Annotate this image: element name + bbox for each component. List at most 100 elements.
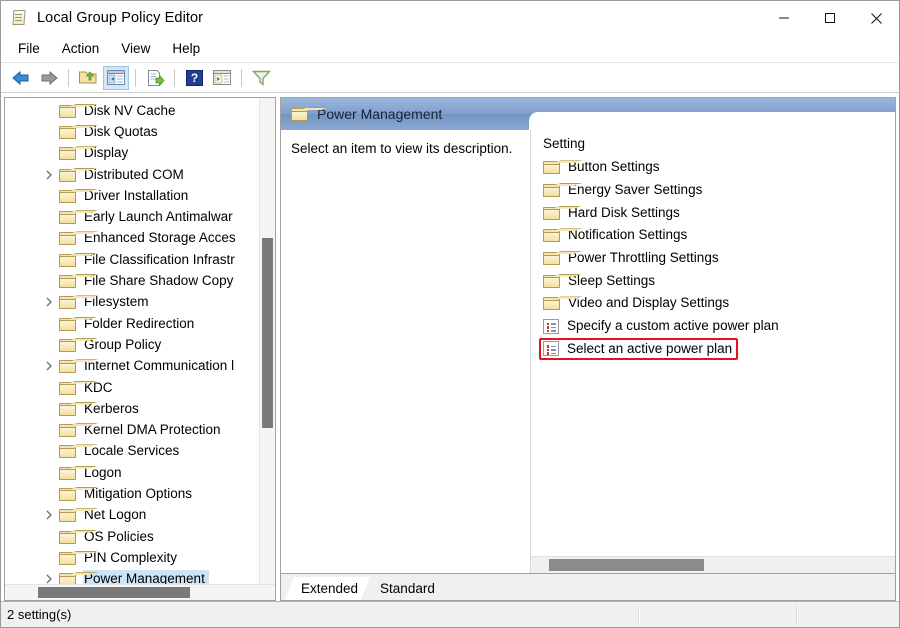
tree-item-enhanced-storage-acces[interactable]: Enhanced Storage Acces xyxy=(5,228,259,249)
folder-icon xyxy=(543,251,560,265)
tree-item-file-share-shadow-copy[interactable]: File Share Shadow Copy xyxy=(5,270,259,291)
setting-row[interactable]: Video and Display Settings xyxy=(539,292,895,315)
setting-row[interactable]: Select an active power plan xyxy=(539,338,895,361)
svg-text:?: ? xyxy=(190,71,197,85)
tree-horizontal-scrollbar[interactable] xyxy=(5,584,275,600)
menu-item-help[interactable]: Help xyxy=(161,38,211,60)
chevron-right-icon[interactable] xyxy=(43,292,55,313)
tree-item-label: Enhanced Storage Acces xyxy=(83,229,240,247)
back-icon[interactable] xyxy=(8,66,34,90)
tree-item-file-classification-infrastr[interactable]: File Classification Infrastr xyxy=(5,249,259,270)
setting-label: Button Settings xyxy=(568,158,660,176)
tree-vertical-scrollbar[interactable] xyxy=(259,98,275,584)
tab-standard-label: Standard xyxy=(380,581,435,596)
menu-item-file[interactable]: File xyxy=(7,38,51,60)
details-header-title: Power Management xyxy=(317,105,442,123)
setting-row[interactable]: Energy Saver Settings xyxy=(539,179,895,202)
setting-label: Hard Disk Settings xyxy=(568,204,680,222)
tree-item-kernel-dma-protection[interactable]: Kernel DMA Protection xyxy=(5,419,259,440)
main-body: Disk NV CacheDisk QuotasDisplayDistribut… xyxy=(1,93,899,601)
tree-item-driver-installation[interactable]: Driver Installation xyxy=(5,185,259,206)
help-icon[interactable]: ? xyxy=(181,66,207,90)
tree-item-disk-quotas[interactable]: Disk Quotas xyxy=(5,121,259,142)
status-bar: 2 setting(s) xyxy=(1,601,899,627)
settings-horizontal-scroll-thumb[interactable] xyxy=(549,559,704,571)
tree-item-early-launch-antimalwar[interactable]: Early Launch Antimalwar xyxy=(5,206,259,227)
tree-item-os-policies[interactable]: OS Policies xyxy=(5,526,259,547)
tab-standard[interactable]: Standard xyxy=(364,577,447,600)
tree-item-mitigation-options[interactable]: Mitigation Options xyxy=(5,483,259,504)
chevron-right-icon[interactable] xyxy=(43,356,55,377)
tab-extended[interactable]: Extended xyxy=(285,577,370,600)
details-header-notch xyxy=(529,112,895,130)
folder-icon xyxy=(59,253,76,267)
filter-icon[interactable] xyxy=(248,66,274,90)
policy-setting-icon xyxy=(543,319,559,334)
tree-item-label: PIN Complexity xyxy=(83,549,181,567)
folder-icon xyxy=(59,274,76,288)
tree-item-display[interactable]: Display xyxy=(5,143,259,164)
tree-item-kdc[interactable]: KDC xyxy=(5,377,259,398)
details-header: Power Management xyxy=(281,98,895,130)
setting-row[interactable]: Power Throttling Settings xyxy=(539,247,895,270)
tree-item-label: File Classification Infrastr xyxy=(83,251,239,269)
tree-item-label: Driver Installation xyxy=(83,187,192,205)
details-content: Select an item to view its description. … xyxy=(281,130,895,573)
export-list-icon[interactable] xyxy=(142,66,168,90)
tree-item-label: Folder Redirection xyxy=(83,315,198,333)
folder-icon xyxy=(59,210,76,224)
show-hide-console-tree-icon[interactable] xyxy=(103,66,129,90)
menu-item-view[interactable]: View xyxy=(110,38,161,60)
tree-item-folder-redirection[interactable]: Folder Redirection xyxy=(5,313,259,334)
tree-item-logon[interactable]: Logon xyxy=(5,462,259,483)
folder-icon xyxy=(59,295,76,309)
description-pane: Select an item to view its description. xyxy=(281,130,531,573)
settings-list-pane: Setting Button SettingsEnergy Saver Sett… xyxy=(531,130,895,573)
group-policy-editor-window: Local Group Policy Editor File Action Vi… xyxy=(0,0,900,628)
tree-item-label: Disk NV Cache xyxy=(83,102,180,120)
setting-row[interactable]: Notification Settings xyxy=(539,224,895,247)
setting-row[interactable]: Hard Disk Settings xyxy=(539,201,895,224)
show-hide-action-pane-icon[interactable] xyxy=(209,66,235,90)
tree-item-kerberos[interactable]: Kerberos xyxy=(5,398,259,419)
folder-icon xyxy=(59,551,76,565)
up-one-level-icon[interactable] xyxy=(75,66,101,90)
menu-item-action[interactable]: Action xyxy=(51,38,111,60)
close-button[interactable] xyxy=(853,1,899,35)
tree-item-internet-communication-l[interactable]: Internet Communication l xyxy=(5,356,259,377)
settings-list: Button Settings Energy Saver Settings Hard… xyxy=(531,156,895,556)
tree-item-distributed-com[interactable]: Distributed COM xyxy=(5,164,259,185)
setting-row[interactable]: Sleep Settings xyxy=(539,269,895,292)
policy-setting-icon xyxy=(543,341,559,356)
tree-item-label: Power Management xyxy=(83,570,209,584)
tree-item-label: Kernel DMA Protection xyxy=(83,421,225,439)
tree-vertical-scroll-thumb[interactable] xyxy=(262,238,273,428)
forward-icon[interactable] xyxy=(36,66,62,90)
setting-row[interactable]: Specify a custom active power plan xyxy=(539,315,895,338)
chevron-right-icon[interactable] xyxy=(43,505,55,526)
folder-icon xyxy=(59,402,76,416)
minimize-button[interactable] xyxy=(761,1,807,35)
setting-label: Energy Saver Settings xyxy=(568,181,702,199)
tree-horizontal-scroll-thumb[interactable] xyxy=(38,587,190,598)
setting-row[interactable]: Button Settings xyxy=(539,156,895,179)
tree-item-power-management[interactable]: Power Management xyxy=(5,569,259,584)
tab-extended-label: Extended xyxy=(301,581,358,596)
maximize-button[interactable] xyxy=(807,1,853,35)
tree-item-filesystem[interactable]: Filesystem xyxy=(5,292,259,313)
setting-label: Sleep Settings xyxy=(568,272,655,290)
setting-label: Video and Display Settings xyxy=(568,294,729,312)
folder-icon xyxy=(59,466,76,480)
toolbar-separator xyxy=(174,69,175,87)
chevron-right-icon[interactable] xyxy=(43,569,55,584)
tree-item-label: File Share Shadow Copy xyxy=(83,272,237,290)
tree-item-disk-nv-cache[interactable]: Disk NV Cache xyxy=(5,100,259,121)
tree-item-net-logon[interactable]: Net Logon xyxy=(5,505,259,526)
settings-horizontal-scrollbar[interactable] xyxy=(531,556,895,573)
tree-item-locale-services[interactable]: Locale Services xyxy=(5,441,259,462)
tree-item-pin-complexity[interactable]: PIN Complexity xyxy=(5,547,259,568)
folder-icon xyxy=(59,572,76,584)
folder-icon xyxy=(59,125,76,139)
chevron-right-icon[interactable] xyxy=(43,164,55,185)
tree-item-group-policy[interactable]: Group Policy xyxy=(5,334,259,355)
